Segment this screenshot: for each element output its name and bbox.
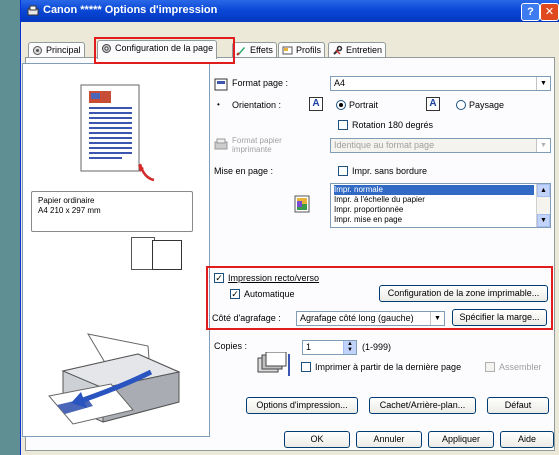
rotate-180-label: Rotation 180 degrés [352,120,434,130]
portrait-label: Portrait [349,100,379,110]
printer-paper-select: Identique au format page ▼ [330,138,551,153]
layout-label: Mise en page : [214,166,274,176]
page-thumbnail-selected [152,240,182,270]
tab-label: Configuration de la page [115,43,214,53]
portrait-icon: A [309,97,323,111]
auto-duplex-checkbox[interactable]: ✓ [230,289,240,299]
chevron-up-icon[interactable]: ▲ [537,184,550,197]
help-title-button[interactable]: ? [521,3,540,21]
copies-range: (1-999) [362,342,392,352]
window-title: Canon ***** Options d'impression [43,4,218,16]
page-preview-icon [80,84,155,182]
page-setup-tab-icon [102,44,111,53]
tab-label: Profils [296,45,322,55]
collate-label: Assembler [499,362,542,372]
bullet-icon: • [217,100,220,109]
orientation-label: Orientation : [232,100,282,110]
layout-option-page-layout[interactable]: Impr. mise en page [334,215,534,225]
tab-label: Principal [46,45,81,55]
tab-profiles[interactable]: Profils [278,42,326,58]
ok-button[interactable]: OK [284,431,350,448]
printer-paper-label-line2: imprimante [232,145,272,154]
default-button[interactable]: Défaut [487,397,549,414]
borderless-checkbox[interactable] [338,166,348,176]
collate-checkbox [485,362,495,372]
tab-effects[interactable]: Effets [232,42,277,58]
duplex-checkbox[interactable]: ✓ [214,273,224,283]
landscape-radio[interactable] [456,100,466,110]
chevron-down-icon: ▼ [430,312,444,325]
paper-info-box: Papier ordinaire A4 210 x 297 mm [31,191,193,232]
last-page-checkbox[interactable] [301,362,311,372]
page-format-select[interactable]: A4 ▼ [330,76,551,91]
stapling-select[interactable]: Agrafage côté long (gauche) ▼ [296,311,445,326]
landscape-icon: A [426,97,440,111]
auto-duplex-label: Automatique [244,289,295,299]
specify-margin-button[interactable]: Spécifier la marge... [452,309,547,326]
chevron-down-icon[interactable]: ▼ [537,214,550,227]
profiles-icon [282,46,293,55]
printer-illustration-icon [48,333,181,425]
close-button[interactable]: ✕ [540,3,559,21]
printer-paper-value: Identique au format page [334,140,435,150]
tab-page-setup[interactable]: Configuration de la page [97,40,218,59]
cancel-button[interactable]: Annuler [356,431,422,448]
chevron-down-icon: ▼ [536,77,550,90]
layout-list[interactable]: Impr. normale Impr. à l'échelle du papie… [330,183,551,228]
paper-size-text: A4 210 x 297 mm [38,206,101,215]
copies-value: 1 [306,342,312,352]
tab-maintenance[interactable]: Entretien [328,42,387,58]
tab-principal[interactable]: Principal [28,42,85,58]
collate-pages-icon [257,352,290,376]
layout-preview-icon [294,195,310,213]
title-bar[interactable]: Canon ***** Options d'impression ? ✕ [21,0,559,22]
rotate-180-checkbox[interactable] [338,120,348,130]
maintenance-icon [333,45,343,55]
printer-paper-icon [214,138,228,150]
borderless-label: Impr. sans bordure [352,166,428,176]
help-button[interactable]: Aide [500,431,554,448]
print-options-button[interactable]: Options d'impression... [246,397,358,414]
copies-label: Copies : [214,341,248,351]
page-format-label: Format page : [232,78,289,88]
landscape-label: Paysage [469,100,505,110]
layout-scrollbar[interactable]: ▲ ▼ [536,184,550,227]
page-format-icon [214,78,228,91]
layout-option-scaled[interactable]: Impr. proportionnée [334,205,534,215]
brush-icon [236,47,245,56]
apply-button[interactable]: Appliquer [428,431,494,448]
chevron-down-icon: ▼ [536,139,550,152]
last-page-label: Imprimer à partir de la dernière page [315,362,462,372]
principal-tab-icon [33,46,42,55]
stapling-value: Agrafage côté long (gauche) [300,313,414,323]
printer-paper-label: Format papier imprimante [232,136,282,154]
layout-option-normal[interactable]: Impr. normale [334,185,534,195]
printer-paper-label-line1: Format papier [232,136,282,145]
portrait-radio[interactable] [336,100,346,110]
stapling-label: Côté d'agrafage : [212,313,281,323]
paper-type-text: Papier ordinaire [38,196,95,205]
stamp-background-button[interactable]: Cachet/Arrière-plan... [369,397,476,414]
copies-stepper[interactable]: 1 ▲ ▼ [302,340,357,355]
printer-app-icon [27,5,39,16]
tab-label: Effets [250,45,273,55]
stepper-arrows-icon[interactable]: ▲ ▼ [343,341,356,354]
layout-option-fit-paper[interactable]: Impr. à l'échelle du papier [334,195,534,205]
tab-label: Entretien [346,45,383,55]
print-area-button[interactable]: Configuration de la zone imprimable... [379,285,548,302]
tab-bar: Principal Configuration de la page Effet… [21,40,559,59]
duplex-label: Impression recto/verso [228,273,320,283]
page-format-value: A4 [334,78,346,88]
